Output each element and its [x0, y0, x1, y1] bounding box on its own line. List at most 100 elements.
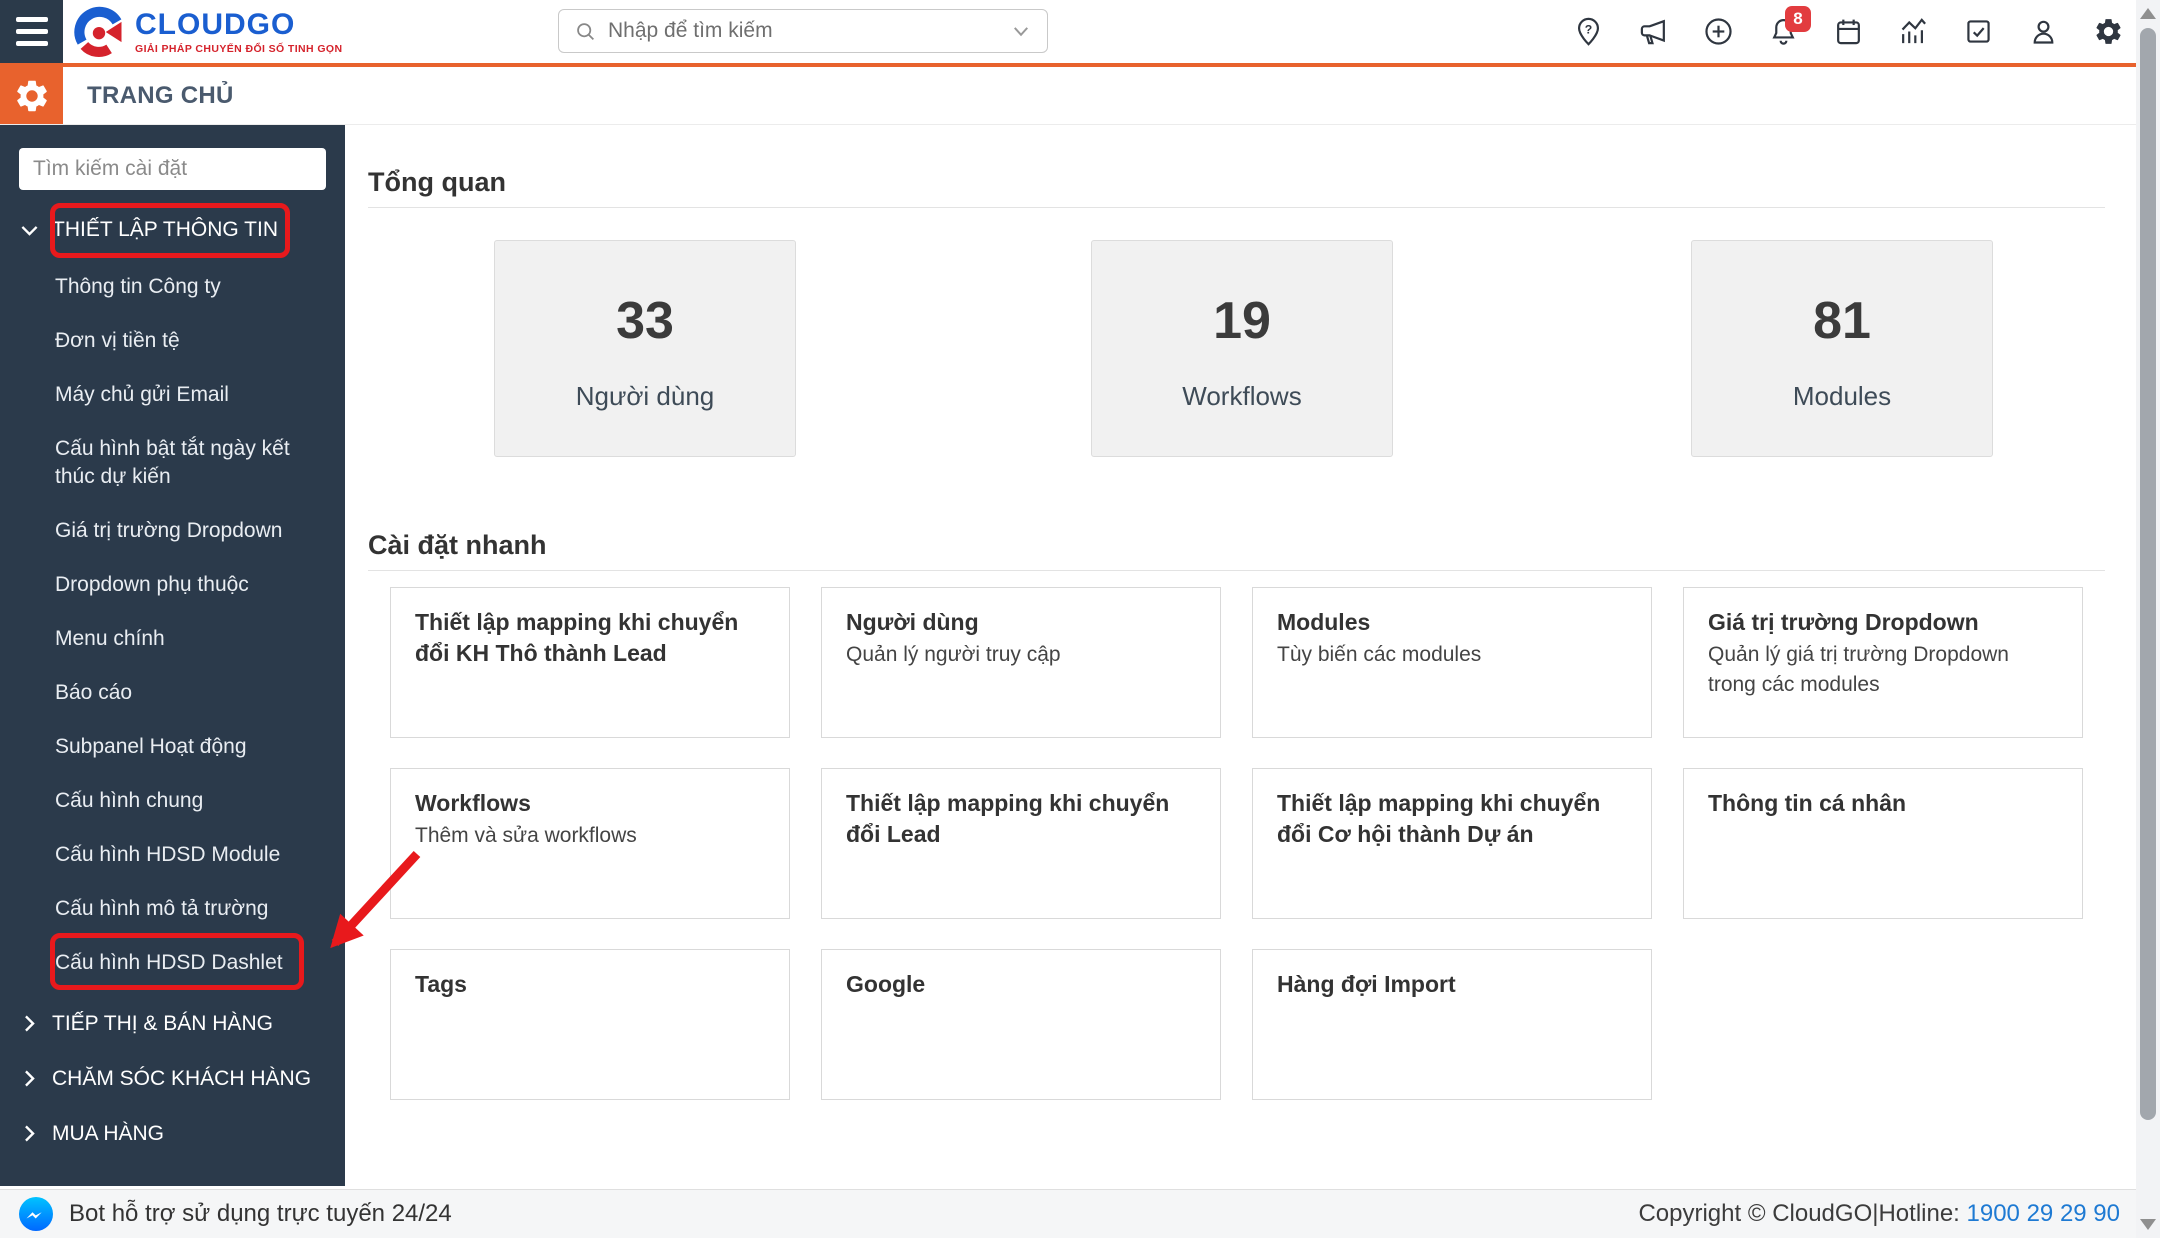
location-help-button[interactable]: ?: [1572, 16, 1604, 48]
page-title: TRANG CHỦ: [87, 82, 234, 109]
quick-card[interactable]: Modules Tùy biến các modules: [1252, 587, 1652, 738]
quick-card[interactable]: Giá trị trường Dropdown Quản lý giá trị t…: [1683, 587, 2083, 738]
support-bot-launcher[interactable]: Bot hỗ trợ sử dụng trực tuyến 24/24: [18, 1196, 452, 1232]
sidebar-section-label: TIẾP THỊ & BÁN HÀNG: [52, 1011, 273, 1035]
footer-bar: Bot hỗ trợ sử dụng trực tuyến 24/24 Copy…: [0, 1189, 2160, 1238]
megaphone-icon: [1640, 19, 1665, 45]
svg-text:?: ?: [1584, 22, 1592, 36]
quick-card-title: Thiết lập mapping khi chuyển đổi Lead: [846, 790, 1170, 847]
page-main: Tổng quan 33 Người dùng 19 Workflows 81 Modul…: [345, 125, 2160, 1189]
header-icon-bar: ? 8: [1572, 0, 2124, 63]
quick-card-title: Thiết lập mapping khi chuyển đổi Cơ hội …: [1277, 790, 1601, 847]
quick-card[interactable]: Google: [821, 949, 1221, 1100]
analytics-chart-icon: [1901, 18, 1926, 44]
notification-badge: 8: [1785, 5, 1811, 32]
stat-label: Workflows: [1182, 381, 1302, 411]
search-icon: [577, 22, 594, 40]
stat-label: Người dùng: [575, 381, 715, 411]
stat-card: 19 Workflows: [1091, 240, 1393, 457]
profile-button[interactable]: [2027, 16, 2059, 48]
chevron-right-icon: [25, 1125, 35, 1142]
sidebar-item-list: Thông tin Công ty Đơn vị tiền tệ Máy chủ g…: [0, 260, 345, 990]
quick-card-subtitle: Tùy biến các modules: [1277, 643, 1482, 666]
sidebar-section[interactable]: TIẾP THỊ & BÁN HÀNG: [0, 996, 345, 1051]
sidebar-item[interactable]: Subpanel Hoạt động: [0, 720, 345, 774]
quick-card-subtitle: Quản lý giá trị trường Dropdown trong cá…: [1708, 643, 2009, 696]
sidebar-item[interactable]: Máy chủ gửi Email: [0, 368, 345, 422]
stat-card: 81 Modules: [1691, 240, 1993, 457]
stat-label: Modules: [1792, 381, 1892, 411]
quick-card-subtitle: Thêm và sửa workflows: [415, 824, 637, 847]
quick-settings-divider: [368, 570, 2105, 571]
sidebar-item[interactable]: Cấu hình HDSD Dashlet: [0, 936, 345, 990]
sidebar-section[interactable]: MUA HÀNG: [0, 1106, 345, 1161]
overview-divider: [368, 207, 2105, 208]
chevron-right-icon: [25, 1070, 35, 1087]
sidebar-item[interactable]: Cấu hình HDSD Module: [0, 828, 345, 882]
chevron-right-icon: [25, 1015, 35, 1032]
hotline-link[interactable]: 1900 29 29 90: [1967, 1200, 2120, 1227]
tasks-button[interactable]: [1962, 16, 1994, 48]
quick-card[interactable]: Workflows Thêm và sửa workflows: [390, 768, 790, 919]
messenger-icon: [19, 1197, 53, 1231]
quick-card-subtitle: Quản lý người truy cập: [846, 643, 1061, 666]
sidebar-item[interactable]: Dropdown phụ thuộc: [0, 558, 345, 612]
gear-icon: [16, 80, 47, 111]
copyright-area: Copyright © CloudGO|Hotline: 1900 29 29 …: [1638, 1200, 2120, 1228]
sidebar-item[interactable]: Cấu hình bật tắt ngày kết thúc dự kiến: [0, 422, 345, 504]
quick-add-button[interactable]: [1702, 16, 1734, 48]
analytics-button[interactable]: [1897, 16, 1929, 48]
cloudgo-logo[interactable]: CLOUDGO GIẢI PHÁP CHUYỂN ĐỔI SỐ TINH GỌN: [72, 5, 342, 59]
announcements-button[interactable]: [1637, 16, 1669, 48]
support-bot-text: Bot hỗ trợ sử dụng trực tuyến 24/24: [69, 1200, 452, 1227]
quick-card-title: Modules: [1277, 609, 1371, 635]
quick-card-title: Google: [846, 971, 926, 997]
scrollbar-thumb[interactable]: [2140, 28, 2156, 1120]
page-scrollbar[interactable]: [2136, 0, 2160, 1238]
hamburger-menu-button[interactable]: [0, 0, 63, 63]
overview-stats-row: 33 Người dùng 19 Workflows 81 Modules: [345, 240, 2160, 457]
top-bar: CLOUDGO GIẢI PHÁP CHUYỂN ĐỔI SỐ TINH GỌN…: [0, 0, 2160, 67]
sidebar-item[interactable]: Báo cáo: [0, 666, 345, 720]
quick-card[interactable]: Tags: [390, 949, 790, 1100]
copyright-text: Copyright © CloudGO: [1638, 1200, 1873, 1227]
sidebar-section-label: CHĂM SÓC KHÁCH HÀNG: [52, 1066, 312, 1090]
scrollbar-up-arrow[interactable]: [2140, 8, 2156, 19]
checkbox-check-icon: [1966, 20, 1990, 43]
stat-value: 81: [1813, 292, 1871, 350]
scrollbar-down-arrow[interactable]: [2140, 1219, 2156, 1230]
sidebar-item[interactable]: Cấu hình chung: [0, 774, 345, 828]
chevron-down-icon: [21, 225, 38, 236]
sidebar-search-input[interactable]: [19, 148, 326, 190]
sidebar-item[interactable]: Đơn vị tiền tệ: [0, 314, 345, 368]
sidebar-item[interactable]: Thông tin Công ty: [0, 260, 345, 314]
notifications-button[interactable]: 8: [1767, 5, 1811, 48]
sidebar-item[interactable]: Giá trị trường Dropdown: [0, 504, 345, 558]
settings-sidebar: THIẾT LẬP THÔNG TIN Thông tin Công tyĐơn…: [0, 125, 345, 1186]
global-search-input[interactable]: [608, 19, 1011, 43]
module-bar: TRANG CHỦ: [0, 67, 2160, 125]
gear-icon: [2095, 19, 2121, 44]
settings-button[interactable]: [2092, 16, 2124, 48]
sidebar-section[interactable]: CHĂM SÓC KHÁCH HÀNG: [0, 1051, 345, 1106]
quick-card[interactable]: Người dùng Quản lý người truy cập: [821, 587, 1221, 738]
quick-card-title: Giá trị trường Dropdown: [1708, 609, 1979, 635]
search-dropdown-chevron-icon[interactable]: [1011, 21, 1031, 41]
settings-module-icon-box[interactable]: [0, 67, 63, 124]
plus-circle-icon: [1704, 18, 1732, 45]
quick-card[interactable]: Hàng đợi Import: [1252, 949, 1652, 1100]
quick-card[interactable]: Thiết lập mapping khi chuyển đổi KH Thô …: [390, 587, 790, 738]
sidebar-section-label: THIẾT LẬP THÔNG TIN: [52, 218, 278, 241]
quick-card-title: Workflows: [415, 790, 531, 816]
quick-settings-title: Cài đặt nhanh: [368, 530, 547, 560]
quick-card[interactable]: Thông tin cá nhân: [1683, 768, 2083, 919]
global-search: [558, 9, 1048, 53]
calendar-button[interactable]: [1832, 16, 1864, 48]
quick-card[interactable]: Thiết lập mapping khi chuyển đổi Cơ hội …: [1252, 768, 1652, 919]
sidebar-item[interactable]: Cấu hình mô tả trường: [0, 882, 345, 936]
hotline-label: Hotline:: [1878, 1200, 1967, 1227]
sidebar-item[interactable]: Menu chính: [0, 612, 345, 666]
quick-card[interactable]: Thiết lập mapping khi chuyển đổi Lead: [821, 768, 1221, 919]
quick-card-title: Người dùng: [846, 609, 979, 635]
sidebar-section-thiet-lap-thong-tin[interactable]: THIẾT LẬP THÔNG TIN: [0, 206, 345, 254]
